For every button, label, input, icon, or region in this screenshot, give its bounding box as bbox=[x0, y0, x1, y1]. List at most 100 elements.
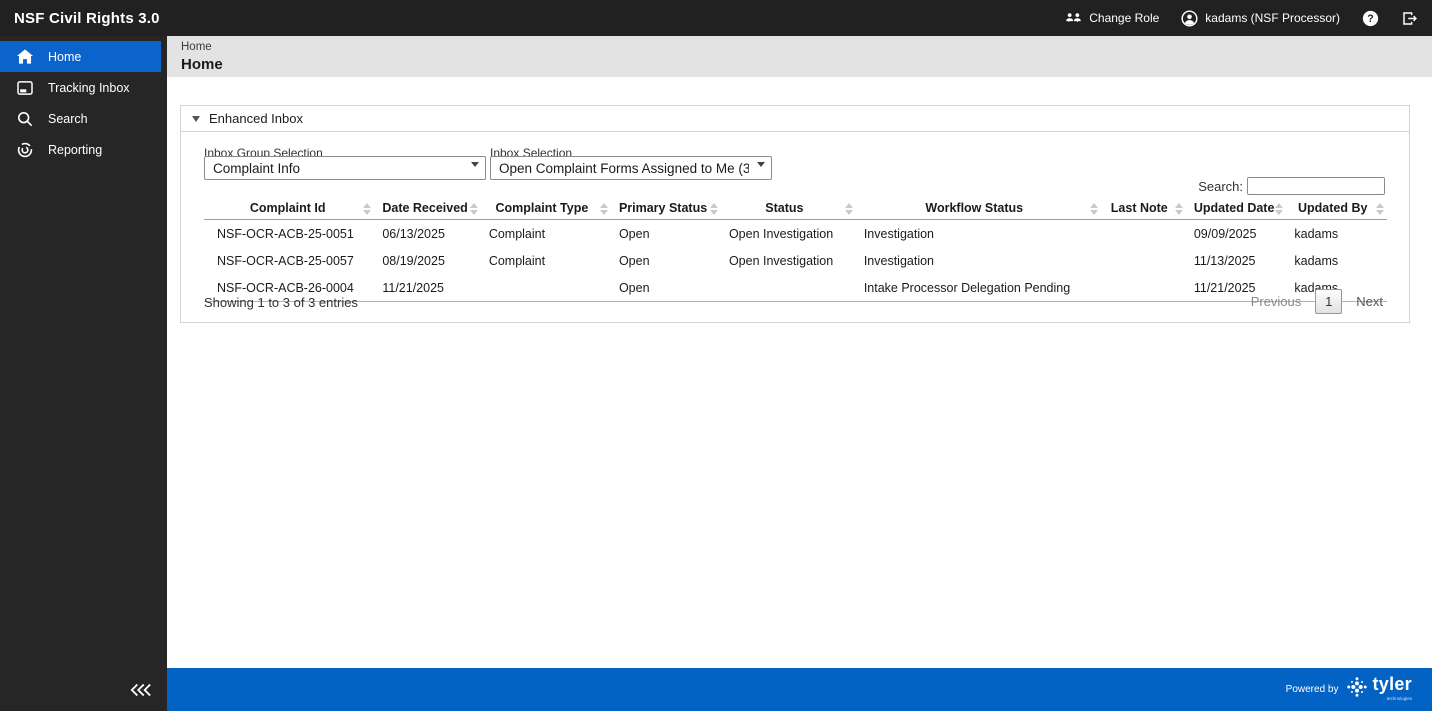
enhanced-inbox-header[interactable]: Enhanced Inbox bbox=[181, 106, 1409, 132]
column-header-label: Workflow Status bbox=[925, 201, 1023, 215]
sort-icon bbox=[1275, 203, 1283, 215]
change-role-label: Change Role bbox=[1089, 11, 1159, 25]
logout-button[interactable] bbox=[1401, 10, 1418, 27]
sidebar-item-label: Home bbox=[48, 50, 81, 64]
search-icon bbox=[17, 111, 33, 127]
enhanced-inbox-panel: Enhanced Inbox Inbox Group Selection Com… bbox=[180, 105, 1410, 323]
collapse-chevrons-icon bbox=[130, 683, 152, 702]
table-cell: 08/19/2025 bbox=[374, 247, 480, 274]
change-role-button[interactable]: Change Role bbox=[1065, 11, 1159, 26]
column-header-label: Date Received bbox=[382, 201, 467, 215]
sidebar-item-home[interactable]: Home bbox=[0, 41, 161, 72]
page-title: Home bbox=[181, 56, 1432, 73]
column-header-label: Complaint Type bbox=[495, 201, 588, 215]
sidebar: Home Tracking Inbox Search Reporting bbox=[0, 36, 167, 711]
table-search-input[interactable] bbox=[1247, 177, 1385, 195]
home-icon bbox=[17, 49, 33, 64]
user-label: kadams (NSF Processor) bbox=[1205, 11, 1340, 25]
sort-icon bbox=[1175, 203, 1183, 215]
column-header-complaint-type[interactable]: Complaint Type bbox=[481, 198, 611, 220]
collapse-caret-icon bbox=[192, 116, 200, 122]
table-cell: 06/13/2025 bbox=[374, 220, 480, 248]
table-cell bbox=[1101, 220, 1186, 248]
sort-icon bbox=[1090, 203, 1098, 215]
inbox-selection-select[interactable]: Open Complaint Forms Assigned to Me (3) bbox=[490, 156, 772, 180]
table-cell: Open bbox=[611, 247, 721, 274]
inbox-group-select[interactable]: Complaint Info bbox=[204, 156, 486, 180]
table-cell: kadams bbox=[1286, 220, 1387, 248]
panel-title: Enhanced Inbox bbox=[209, 111, 303, 126]
column-header-last-note[interactable]: Last Note bbox=[1101, 198, 1186, 220]
table-info: Showing 1 to 3 of 3 entries bbox=[204, 295, 358, 310]
table-cell: Complaint bbox=[481, 220, 611, 248]
column-header-workflow-status[interactable]: Workflow Status bbox=[856, 198, 1101, 220]
table-cell: Open bbox=[611, 274, 721, 302]
table-cell: Intake Processor Delegation Pending bbox=[856, 274, 1101, 302]
column-header-label: Last Note bbox=[1111, 201, 1168, 215]
sidebar-collapse-button[interactable] bbox=[127, 681, 155, 703]
sort-icon bbox=[363, 203, 371, 215]
breadcrumb-band: Home Home bbox=[167, 36, 1432, 77]
sidebar-item-reporting[interactable]: Reporting bbox=[0, 134, 161, 165]
inbox-table: Complaint Id Date Received Complaint Type P… bbox=[204, 198, 1387, 302]
user-menu[interactable]: kadams (NSF Processor) bbox=[1181, 10, 1340, 27]
column-header-date-received[interactable]: Date Received bbox=[374, 198, 480, 220]
sort-icon bbox=[1376, 203, 1384, 215]
logout-icon bbox=[1401, 10, 1418, 27]
column-header-updated-date[interactable]: Updated Date bbox=[1186, 198, 1287, 220]
table-cell: 11/21/2025 bbox=[374, 274, 480, 302]
column-header-complaint-id[interactable]: Complaint Id bbox=[204, 198, 374, 220]
table-row[interactable]: NSF-OCR-ACB-26-000411/21/2025OpenIntake … bbox=[204, 274, 1387, 302]
account-icon bbox=[1181, 10, 1198, 27]
tyler-brand-sub: technologies bbox=[1372, 696, 1412, 701]
sort-icon bbox=[600, 203, 608, 215]
column-header-label: Complaint Id bbox=[250, 201, 326, 215]
column-header-label: Updated Date bbox=[1194, 201, 1275, 215]
sort-icon bbox=[470, 203, 478, 215]
page-number-button[interactable]: 1 bbox=[1315, 289, 1342, 314]
powered-by-label: Powered by bbox=[1286, 684, 1339, 695]
column-header-updated-by[interactable]: Updated By bbox=[1286, 198, 1387, 220]
pagination: Previous 1 Next bbox=[1249, 288, 1385, 315]
tracking-inbox-icon bbox=[17, 81, 33, 95]
svg-text:?: ? bbox=[1367, 13, 1373, 25]
table-cell: Open bbox=[611, 220, 721, 248]
tyler-star-icon bbox=[1346, 676, 1368, 703]
tyler-logo: tyler technologies bbox=[1346, 676, 1412, 703]
sidebar-item-search[interactable]: Search bbox=[0, 103, 161, 134]
sidebar-item-label: Search bbox=[48, 112, 88, 126]
table-cell: Investigation bbox=[856, 220, 1101, 248]
table-cell: Open Investigation bbox=[721, 220, 856, 248]
column-header-label: Status bbox=[765, 201, 803, 215]
table-header-row: Complaint Id Date Received Complaint Type P… bbox=[204, 198, 1387, 220]
table-cell: 11/13/2025 bbox=[1186, 247, 1287, 274]
reporting-icon bbox=[17, 142, 33, 158]
sort-icon bbox=[845, 203, 853, 215]
table-cell: 09/09/2025 bbox=[1186, 220, 1287, 248]
footer: Powered by tyler technologies bbox=[167, 668, 1432, 711]
table-cell: NSF-OCR-ACB-25-0051 bbox=[204, 220, 374, 248]
app-title: NSF Civil Rights 3.0 bbox=[14, 10, 160, 27]
table-row[interactable]: NSF-OCR-ACB-25-005106/13/2025ComplaintOp… bbox=[204, 220, 1387, 248]
table-cell bbox=[481, 274, 611, 302]
next-page-button[interactable]: Next bbox=[1354, 288, 1385, 315]
breadcrumb[interactable]: Home bbox=[181, 41, 1432, 53]
table-cell: kadams bbox=[1286, 247, 1387, 274]
sidebar-item-label: Tracking Inbox bbox=[48, 81, 130, 95]
table-cell bbox=[721, 274, 856, 302]
main-content: Enhanced Inbox Inbox Group Selection Com… bbox=[167, 77, 1432, 668]
column-header-label: Updated By bbox=[1298, 201, 1367, 215]
table-row[interactable]: NSF-OCR-ACB-25-005708/19/2025ComplaintOp… bbox=[204, 247, 1387, 274]
previous-page-button[interactable]: Previous bbox=[1249, 288, 1304, 315]
table-cell: Complaint bbox=[481, 247, 611, 274]
table-cell bbox=[1101, 247, 1186, 274]
help-button[interactable]: ? bbox=[1362, 10, 1379, 27]
search-label: Search: bbox=[1198, 179, 1243, 194]
sidebar-item-tracking-inbox[interactable]: Tracking Inbox bbox=[0, 72, 161, 103]
sidebar-item-label: Reporting bbox=[48, 143, 102, 157]
column-header-primary-status[interactable]: Primary Status bbox=[611, 198, 721, 220]
topbar: NSF Civil Rights 3.0 Change Role bbox=[0, 0, 1432, 36]
column-header-status[interactable]: Status bbox=[721, 198, 856, 220]
tyler-brand-name: tyler bbox=[1372, 674, 1412, 694]
help-icon: ? bbox=[1362, 10, 1379, 27]
